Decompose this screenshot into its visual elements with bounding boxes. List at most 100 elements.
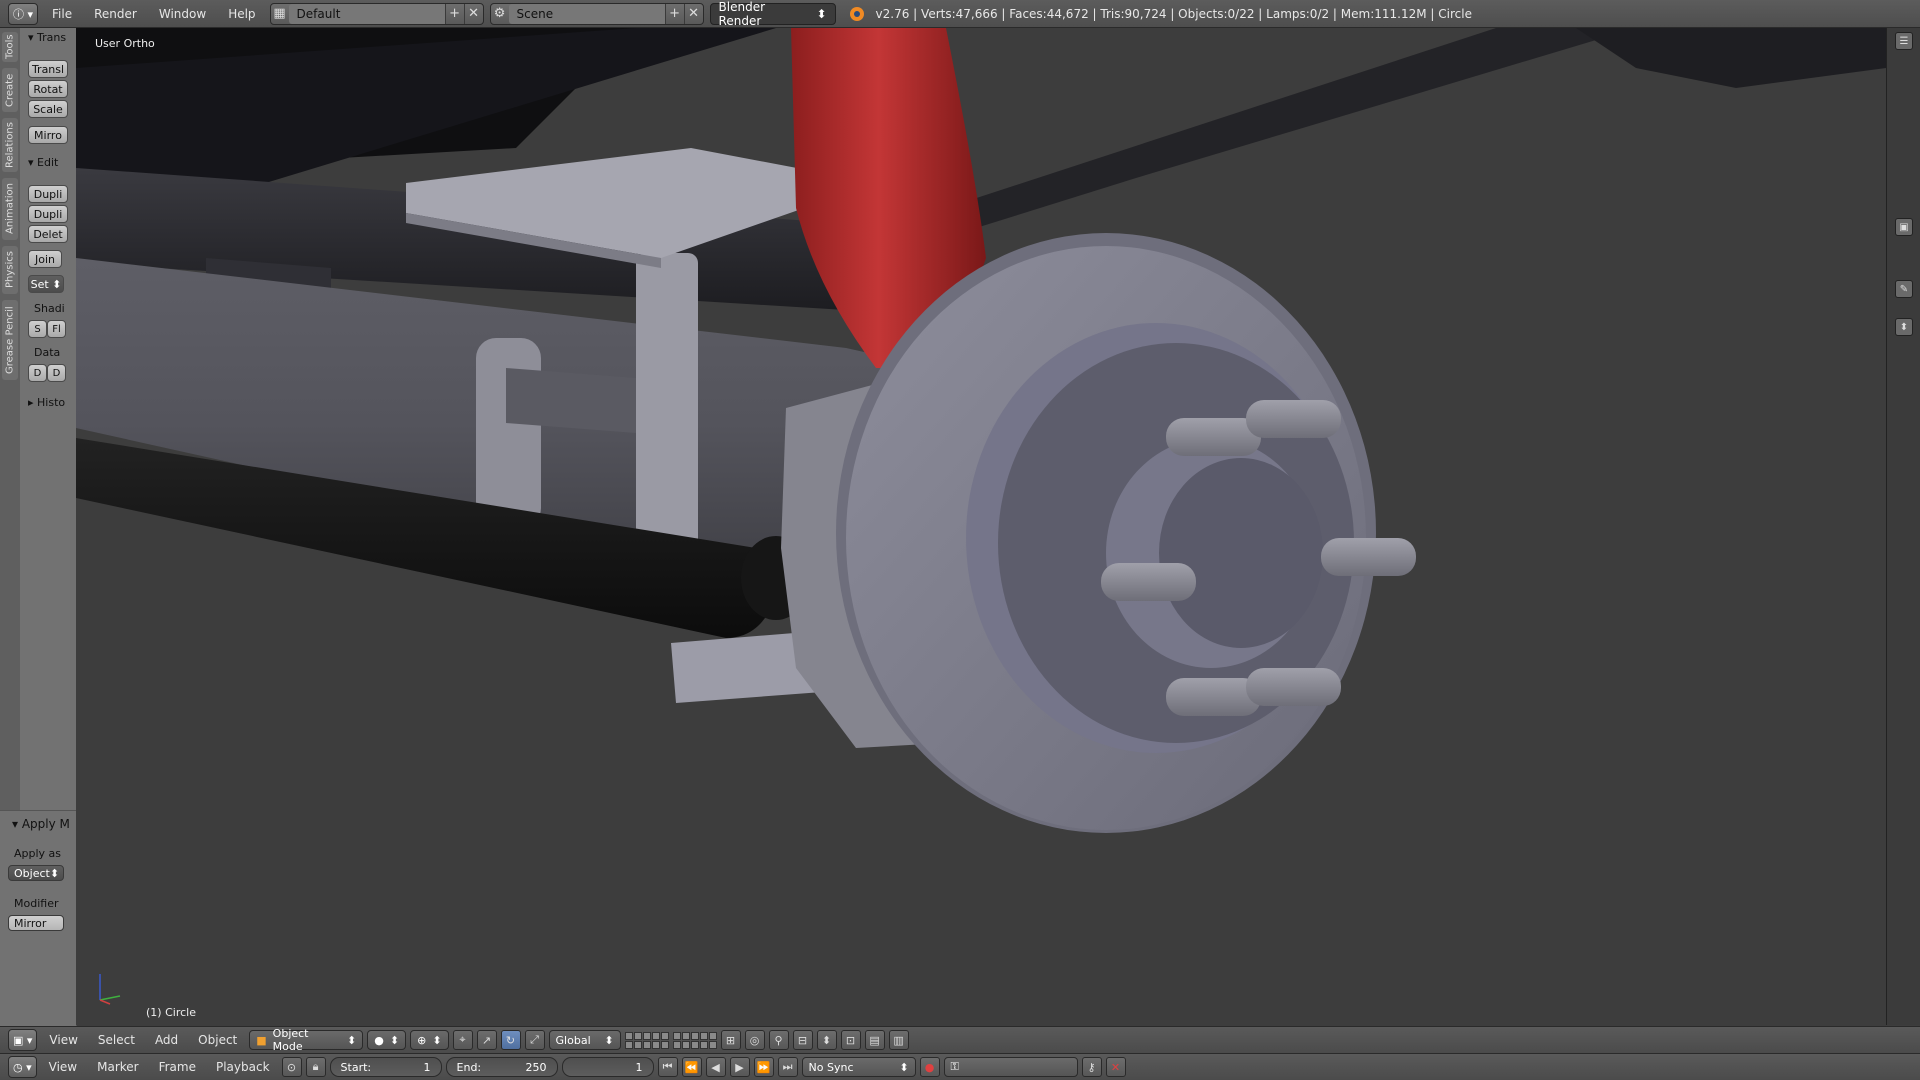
- rotate-button[interactable]: Rotat: [28, 80, 68, 98]
- sync-dropdown[interactable]: No Sync ⬍: [801, 1057, 916, 1077]
- menu-add[interactable]: Add: [147, 1033, 186, 1047]
- wheel-stud: [1101, 563, 1196, 601]
- tab-create[interactable]: Create: [2, 68, 18, 112]
- scene-name[interactable]: Scene: [508, 3, 665, 24]
- preview-range-icon[interactable]: ⊙: [281, 1057, 302, 1077]
- viewport-shading-dropdown[interactable]: ● ⬍: [367, 1030, 407, 1050]
- duplicate-button[interactable]: Dupli: [28, 185, 68, 203]
- screen-layout-selector[interactable]: ▦ Default + ✕: [269, 2, 484, 25]
- proportional-edit-icon[interactable]: ◎: [744, 1030, 765, 1050]
- play-icon[interactable]: ▶: [729, 1057, 750, 1077]
- menu-view[interactable]: View: [41, 1060, 85, 1074]
- tab-tools[interactable]: Tools: [2, 32, 18, 62]
- pivot-point-dropdown[interactable]: ⊕ ⬍: [410, 1030, 449, 1050]
- wheel-stud: [1246, 400, 1341, 438]
- data-button-2[interactable]: D: [47, 364, 66, 382]
- scale-manipulator-icon[interactable]: ⤢: [524, 1030, 545, 1050]
- render-preview-icon[interactable]: ⊡: [840, 1030, 861, 1050]
- hub-cap: [1159, 458, 1323, 648]
- tab-physics[interactable]: Physics: [2, 246, 18, 294]
- layer-buttons-2[interactable]: [672, 1031, 717, 1049]
- keying-set-field[interactable]: ⚿: [943, 1057, 1078, 1077]
- wrench-icon[interactable]: ✎: [1895, 280, 1913, 298]
- translate-manipulator-icon[interactable]: ↗: [476, 1030, 497, 1050]
- manipulator-toggle-icon[interactable]: ⌖: [452, 1030, 473, 1050]
- snap-target-icon[interactable]: ⬍: [816, 1030, 837, 1050]
- 3d-viewport[interactable]: User Ortho (1) Circle: [76, 28, 1886, 1025]
- close-icon[interactable]: ✕: [683, 3, 703, 24]
- operator-panel: ▾ Apply M Apply as Object ⬍ Modifier Mirr…: [0, 810, 77, 1026]
- apply-as-dropdown[interactable]: Object ⬍: [8, 865, 64, 881]
- start-frame-field[interactable]: Start: 1: [329, 1057, 442, 1077]
- shade-flat-button[interactable]: Fl: [47, 320, 66, 338]
- properties-icon[interactable]: ▣: [1895, 218, 1913, 236]
- lock-layer-icon[interactable]: ⊞: [720, 1030, 741, 1050]
- apply-as-label: Apply as: [14, 847, 62, 860]
- transform-panel-header[interactable]: ▾ Trans: [28, 31, 66, 44]
- data-button-1[interactable]: D: [28, 364, 47, 382]
- insert-keyframe-icon[interactable]: ⚷: [1081, 1057, 1102, 1077]
- add-icon[interactable]: +: [664, 3, 684, 24]
- add-icon[interactable]: +: [444, 3, 464, 24]
- shading-sphere-icon: ●: [374, 1033, 384, 1047]
- orientation-dropdown[interactable]: Global ⬍: [548, 1030, 621, 1050]
- menu-render[interactable]: Render: [86, 7, 145, 21]
- timeline-editor-icon[interactable]: ◷ ▾: [8, 1056, 37, 1078]
- viewport-scene: [76, 28, 1886, 1005]
- screen-layout-name[interactable]: Default: [288, 3, 445, 24]
- opengl-anim-icon[interactable]: ▥: [888, 1030, 909, 1050]
- info-editor-icon[interactable]: ⓘ ▾: [8, 2, 39, 25]
- jump-start-icon[interactable]: ⏮: [657, 1057, 678, 1077]
- wheel-stud: [1321, 538, 1416, 576]
- menu-window[interactable]: Window: [151, 7, 214, 21]
- next-keyframe-icon[interactable]: ⏩: [753, 1057, 774, 1077]
- edit-panel-header[interactable]: ▾ Edit: [28, 156, 58, 169]
- operator-title: Apply M: [21, 817, 70, 831]
- set-origin-dropdown[interactable]: Set ⬍: [28, 275, 64, 293]
- snap-icon[interactable]: ⚲: [768, 1030, 789, 1050]
- tab-animation[interactable]: Animation: [2, 178, 18, 240]
- view3d-editor-icon[interactable]: ▣ ▾: [8, 1029, 38, 1051]
- mode-dropdown[interactable]: ■ Object Mode ⬍: [249, 1027, 364, 1053]
- menu-marker[interactable]: Marker: [89, 1060, 146, 1074]
- opengl-render-icon[interactable]: ▤: [864, 1030, 885, 1050]
- mode-label: Object Mode: [272, 1027, 309, 1053]
- modifier-field[interactable]: Mirror: [8, 915, 64, 931]
- current-frame-field[interactable]: 1: [561, 1057, 654, 1077]
- snap-element-icon[interactable]: ⊟: [792, 1030, 813, 1050]
- jump-end-icon[interactable]: ⏭: [777, 1057, 798, 1077]
- tab-relations[interactable]: Relations: [2, 118, 18, 172]
- chevron-updown-icon[interactable]: ⬍: [1895, 318, 1913, 336]
- delete-button[interactable]: Delet: [28, 225, 68, 243]
- play-reverse-icon[interactable]: ◀: [705, 1057, 726, 1077]
- menu-frame[interactable]: Frame: [151, 1060, 204, 1074]
- u-bolt-left: [476, 338, 541, 528]
- history-panel-header[interactable]: ▸ Histo: [28, 396, 65, 409]
- scale-button[interactable]: Scale: [28, 100, 68, 118]
- end-frame-field[interactable]: End: 250: [445, 1057, 558, 1077]
- operator-panel-header[interactable]: ▾ Apply M: [12, 817, 70, 831]
- close-icon[interactable]: ✕: [463, 3, 483, 24]
- menu-select[interactable]: Select: [90, 1033, 143, 1047]
- join-button[interactable]: Join: [28, 250, 62, 268]
- outliner-icon[interactable]: ☰: [1895, 32, 1913, 50]
- record-icon[interactable]: ●: [919, 1057, 940, 1077]
- menu-help[interactable]: Help: [220, 7, 263, 21]
- menu-view[interactable]: View: [41, 1033, 85, 1047]
- menu-playback[interactable]: Playback: [208, 1060, 278, 1074]
- tab-grease-pencil[interactable]: Grease Pencil: [2, 300, 18, 380]
- prev-keyframe-icon[interactable]: ⏪: [681, 1057, 702, 1077]
- menu-object[interactable]: Object: [190, 1033, 245, 1047]
- delete-keyframe-icon[interactable]: ✕: [1105, 1057, 1126, 1077]
- axis-gizmo: [99, 974, 121, 1005]
- lock-icon[interactable]: 🔒︎: [305, 1057, 326, 1077]
- layer-buttons-1[interactable]: [624, 1031, 669, 1049]
- render-engine-dropdown[interactable]: Blender Render ⬍: [709, 0, 836, 28]
- rotate-manipulator-icon[interactable]: ↻: [500, 1030, 521, 1050]
- shade-smooth-button[interactable]: S: [28, 320, 47, 338]
- translate-button[interactable]: Transl: [28, 60, 68, 78]
- scene-selector[interactable]: ⚙ Scene + ✕: [489, 2, 704, 25]
- mirror-button[interactable]: Mirro: [28, 126, 68, 144]
- duplicate-linked-button[interactable]: Dupli: [28, 205, 68, 223]
- menu-file[interactable]: File: [44, 7, 80, 21]
